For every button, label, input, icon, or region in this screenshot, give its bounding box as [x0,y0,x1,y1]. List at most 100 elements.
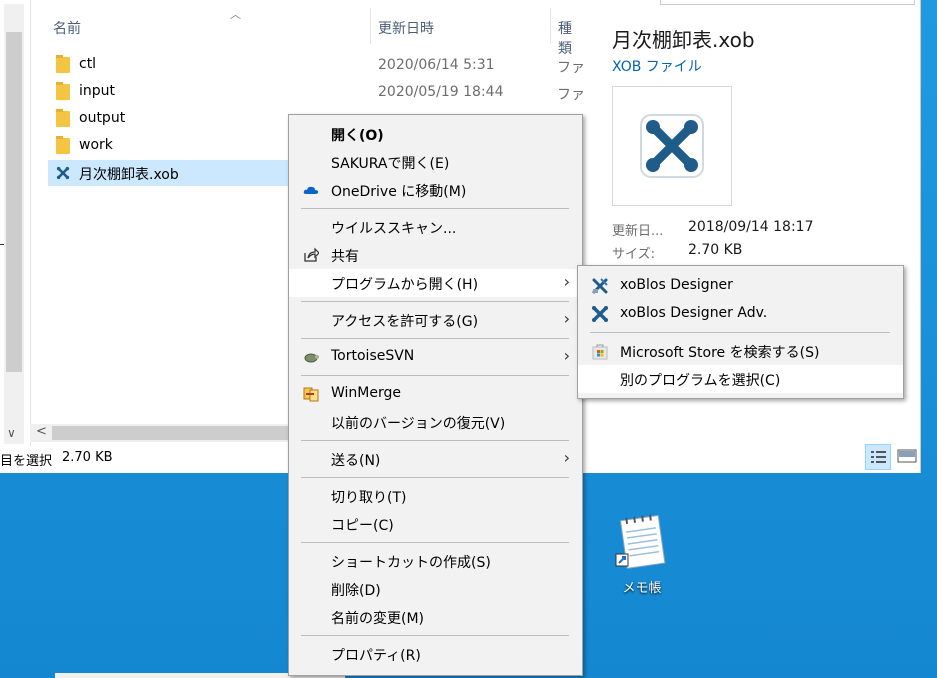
menu-separator [301,440,569,441]
navigation-pane: ∨ [0,0,31,446]
menu-item-open[interactable]: 開く(O) [289,120,582,148]
list-item[interactable]: ctl [48,52,288,78]
file-name: 月次棚卸表.xob [79,167,179,183]
menu-item-move-onedrive[interactable]: OneDrive に移動(M) [289,176,582,204]
column-separator[interactable] [370,8,371,44]
menu-item-label: SAKURAで開く(E) [331,156,450,172]
nav-scrollbar-thumb[interactable] [6,32,22,372]
menu-item-label: 名前の変更(M) [331,611,425,627]
winmerge-icon [303,387,319,402]
preview-file-type: XOB ファイル [612,59,702,75]
file-name: input [79,83,116,99]
column-date-header[interactable]: 更新日時 [378,18,434,38]
list-item[interactable]: input [48,79,288,105]
xoblos-designer-icon [592,278,608,294]
chevron-right-icon: › [563,346,570,365]
menu-item-label: プログラムから開く(H) [331,277,479,293]
share-icon [304,247,319,262]
scroll-left-icon[interactable]: < [36,424,47,439]
menu-separator [301,635,569,636]
submenu-item-xoblos-designer[interactable]: xoBlos Designer [578,272,903,300]
desktop-icon-notepad[interactable]: メモ帳 [606,514,678,600]
xob-file-icon [56,166,70,180]
details-view-button[interactable] [865,444,891,470]
list-item[interactable]: output [48,106,288,132]
chevron-right-icon: › [563,448,570,467]
list-item[interactable]: work [48,133,288,159]
onedrive-icon [303,186,319,194]
menu-item-share[interactable]: 共有 [289,241,582,269]
menu-item-label: WinMerge [331,385,401,401]
store-icon [592,344,608,360]
divider [0,244,4,245]
file-date: 2020/06/14 5:31 [378,57,495,73]
menu-item-delete[interactable]: 削除(D) [289,575,582,603]
column-name-header[interactable]: 名前 [53,18,81,38]
file-date: 2020/05/19 18:44 [378,84,504,100]
preview-size-value: 2.70 KB [688,242,743,258]
menu-item-label: アクセスを許可する(G) [331,314,479,330]
menu-item-label: 共有 [331,249,359,265]
column-separator[interactable] [550,8,551,44]
column-header: ︿ 名前 更新日時 種類 [30,0,583,57]
nav-scrollbar[interactable]: ∨ [4,4,24,444]
menu-item-cut[interactable]: 切り取り(T) [289,482,582,510]
chevron-right-icon: › [563,309,570,328]
menu-separator [301,375,569,376]
menu-item-send-to[interactable]: 送る(N) › [289,445,582,473]
preview-title: 月次棚卸表.xob [612,28,755,52]
open-with-submenu: xoBlos Designer xoBlos Designer Adv. Mic… [577,265,904,399]
menu-item-label: 削除(D) [331,583,381,599]
sort-ascending-icon: ︿ [230,8,241,21]
submenu-item-xoblos-adv[interactable]: xoBlos Designer Adv. [578,300,903,328]
menu-item-open-with[interactable]: プログラムから開く(H) › [289,269,582,297]
menu-item-label: プロパティ(R) [331,648,421,664]
chevron-right-icon: › [563,272,570,291]
menu-item-label: コピー(C) [331,518,394,534]
menu-item-label: 切り取り(T) [331,490,407,506]
menu-item-restore-previous[interactable]: 以前のバージョンの復元(V) [289,408,582,436]
menu-item-label: 以前のバージョンの復元(V) [331,416,506,432]
menu-separator [301,542,569,543]
submenu-item-choose-another-app[interactable]: 別のプログラムを選択(C) [578,365,903,393]
large-icons-view-icon [897,449,917,463]
menu-item-label: 送る(N) [331,453,381,469]
desktop-icon-label: メモ帳 [622,581,662,596]
submenu-item-microsoft-store[interactable]: Microsoft Store を検索する(S) [578,337,903,365]
large-icons-view-button[interactable] [895,444,921,470]
preview-size-label: サイズ: [612,247,655,262]
scroll-down-icon[interactable]: ∨ [7,426,16,440]
menu-item-label: 開く(O) [331,128,384,144]
menu-item-label: TortoiseSVN [331,348,415,364]
submenu-item-label: xoBlos Designer [620,277,733,293]
list-item-selected[interactable]: 月次棚卸表.xob [48,160,288,186]
notepad-icon [615,514,666,569]
menu-item-copy[interactable]: コピー(C) [289,510,582,538]
menu-item-virus-scan[interactable]: ウイルススキャン... [289,213,582,241]
horizontal-scrollbar-thumb[interactable] [52,426,302,440]
file-name: work [79,137,113,153]
menu-item-label: ショートカットの作成(S) [331,555,491,571]
folder-icon [56,136,70,154]
menu-item-open-sakura[interactable]: SAKURAで開く(E) [289,148,582,176]
menu-item-properties[interactable]: プロパティ(R) [289,640,582,668]
file-type: ファ [557,87,585,103]
folder-icon [56,55,70,73]
menu-item-label: ウイルススキャン... [331,221,457,237]
menu-item-rename[interactable]: 名前の変更(M) [289,603,582,631]
submenu-item-label: 別のプログラムを選択(C) [620,373,781,389]
menu-item-create-shortcut[interactable]: ショートカットの作成(S) [289,547,582,575]
file-name: ctl [79,56,97,72]
file-type: ファ [557,60,585,76]
preview-thumbnail [612,86,732,206]
menu-item-winmerge[interactable]: WinMerge [289,380,582,408]
submenu-item-label: xoBlos Designer Adv. [620,305,768,321]
menu-separator [301,208,569,209]
xob-large-icon [640,114,704,178]
submenu-item-label: Microsoft Store を検索する(S) [620,345,820,361]
menu-item-tortoisesvn[interactable]: TortoiseSVN › [289,343,582,371]
column-type-header[interactable]: 種類 [558,18,583,58]
status-size: 2.70 KB [62,450,113,465]
menu-item-label: OneDrive に移動(M) [331,184,467,200]
menu-item-give-access[interactable]: アクセスを許可する(G) › [289,306,582,334]
